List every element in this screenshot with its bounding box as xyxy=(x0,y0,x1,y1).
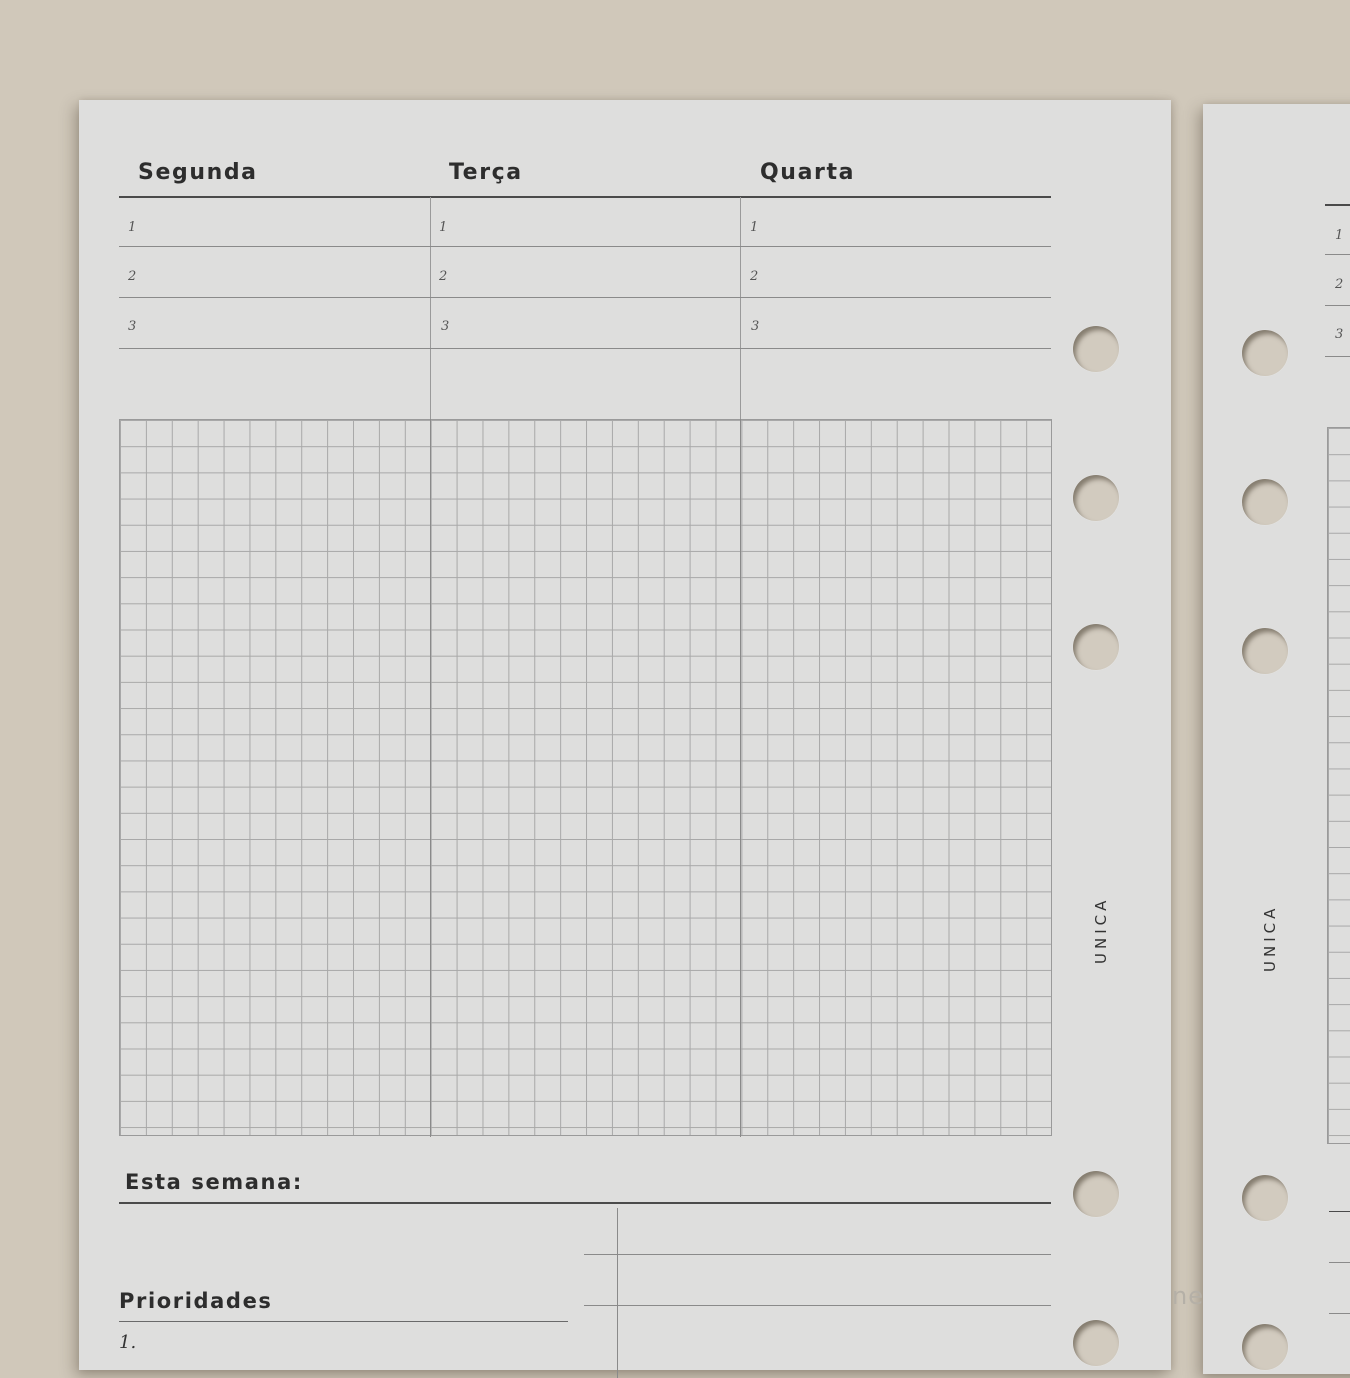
column-divider xyxy=(740,419,741,1137)
brand-logo: UNICA xyxy=(1092,896,1110,964)
row-number: 2 xyxy=(750,269,759,284)
row-number: 3 xyxy=(751,319,760,334)
watermark-text: ne xyxy=(1172,1282,1204,1310)
planner-page-right: 1 2 3 UNICA xyxy=(1203,104,1350,1374)
priorities-rule xyxy=(119,1321,568,1322)
binder-hole xyxy=(1242,479,1288,525)
day-header-wednesday: Quarta xyxy=(760,160,856,185)
notes-divider xyxy=(617,1208,618,1378)
row-rule xyxy=(1325,254,1350,255)
binder-hole xyxy=(1073,326,1119,372)
this-week-rule xyxy=(1329,1211,1350,1212)
grid-area xyxy=(119,419,1052,1136)
binder-hole xyxy=(1073,475,1119,521)
this-week-label: Esta semana: xyxy=(125,1170,303,1194)
notes-rule xyxy=(1329,1262,1350,1263)
header-rule xyxy=(119,196,1051,198)
binder-hole xyxy=(1242,330,1288,376)
row-number: 2 xyxy=(1335,277,1344,292)
this-week-rule xyxy=(119,1202,1051,1204)
row-number: 2 xyxy=(128,269,137,284)
binder-hole xyxy=(1073,624,1119,670)
row-number: 1 xyxy=(1335,228,1344,243)
day-header-monday: Segunda xyxy=(138,160,258,185)
row-number: 3 xyxy=(128,319,137,334)
grid-area xyxy=(1327,427,1350,1144)
binder-hole xyxy=(1242,1175,1288,1221)
notes-rule xyxy=(584,1254,1051,1255)
priorities-label: Prioridades xyxy=(119,1289,273,1313)
row-number: 1 xyxy=(439,220,448,235)
row-rule xyxy=(1325,305,1350,306)
row-rule xyxy=(1325,356,1350,357)
row-number: 1 xyxy=(128,220,137,235)
binder-hole xyxy=(1242,1324,1288,1370)
row-number: 1 xyxy=(750,220,759,235)
notes-rule xyxy=(584,1305,1051,1306)
notes-rule xyxy=(1329,1313,1350,1314)
row-number: 3 xyxy=(441,319,450,334)
header-rule xyxy=(1325,204,1350,206)
day-header-tuesday: Terça xyxy=(449,160,523,185)
binder-hole xyxy=(1242,628,1288,674)
binder-hole xyxy=(1073,1171,1119,1217)
row-rule xyxy=(119,297,1051,298)
binder-hole xyxy=(1073,1320,1119,1366)
row-rule xyxy=(119,246,1051,247)
row-number: 2 xyxy=(439,269,448,284)
column-divider xyxy=(430,419,431,1137)
row-number: 3 xyxy=(1335,327,1344,342)
row-rule xyxy=(119,348,1051,349)
brand-logo: UNICA xyxy=(1261,904,1279,972)
planner-page-left: Segunda Terça Quarta 1 2 3 1 2 3 1 2 3 E… xyxy=(79,100,1171,1378)
